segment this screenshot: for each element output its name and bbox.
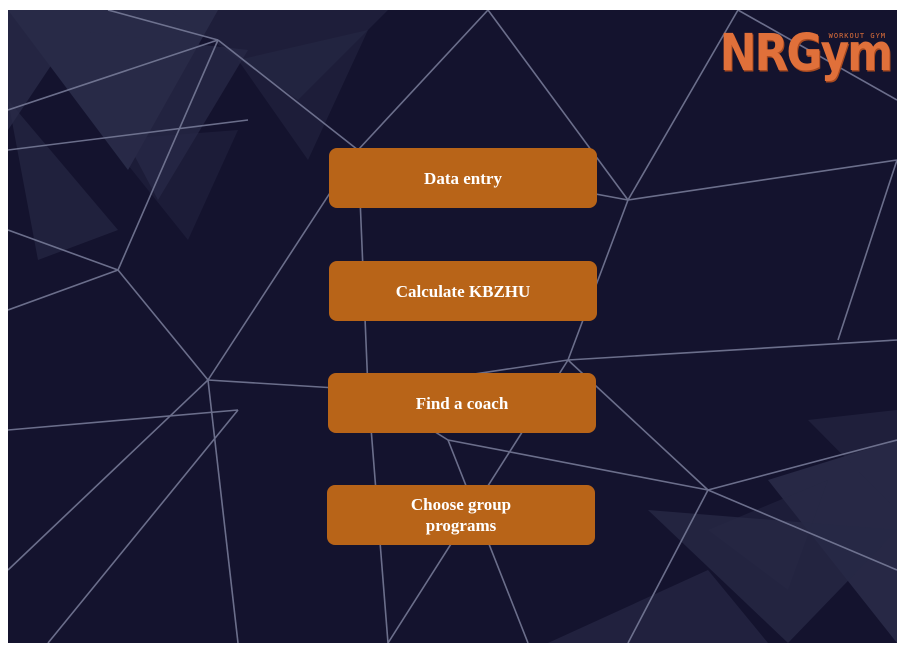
- logo-subtext: WORKOUT GYM: [827, 32, 887, 40]
- find-coach-button[interactable]: Find a coach: [328, 373, 596, 433]
- app-window: NRGym WORKOUT GYM Data entry Calculate K…: [8, 10, 897, 643]
- background-pattern: [8, 10, 897, 643]
- nrgym-logo: NRGym WORKOUT GYM: [720, 24, 893, 86]
- data-entry-button[interactable]: Data entry: [329, 148, 597, 208]
- calculate-kbzhu-button[interactable]: Calculate KBZHU: [329, 261, 597, 321]
- choose-group-programs-button[interactable]: Choose group programs: [327, 485, 595, 545]
